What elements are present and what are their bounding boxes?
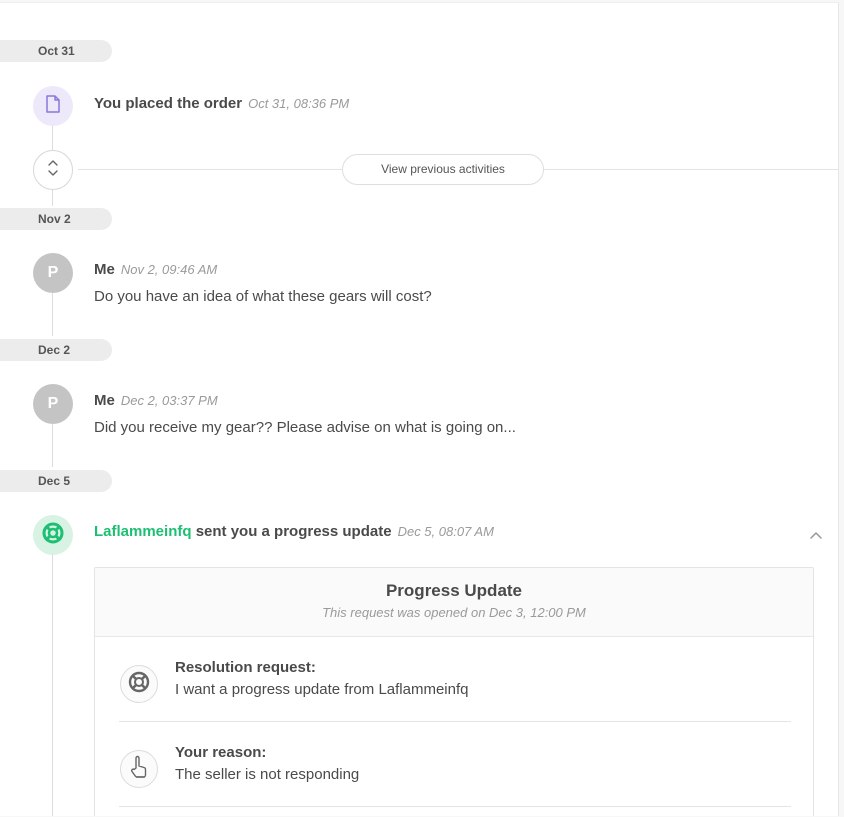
pointing-hand-icon [130, 755, 148, 784]
progress-update-card: Progress Update This request was opened … [94, 567, 814, 816]
expand-activities-toggle[interactable] [33, 150, 73, 190]
date-label: Oct 31 [38, 44, 75, 58]
resolution-request-row: Resolution request: I want a progress up… [119, 637, 791, 722]
date-label: Nov 2 [38, 212, 71, 226]
row-label: Your reason: [175, 744, 267, 761]
card-header: Progress Update This request was opened … [95, 568, 813, 637]
message-text: Did you receive my gear?? Please advise … [94, 419, 516, 436]
activity-title: You placed the order [94, 95, 243, 112]
message-author: Me [94, 261, 115, 278]
message-header: Me Dec 2, 03:37 PM [94, 392, 218, 409]
activity-timestamp: Oct 31, 08:36 PM [248, 96, 350, 111]
view-previous-activities-button[interactable]: View previous activities [342, 154, 544, 185]
activity-title: sent you a progress update [195, 523, 392, 540]
row-icon [120, 665, 158, 703]
message-author: Me [94, 392, 115, 409]
message-header: Me Nov 2, 09:46 AM [94, 261, 217, 278]
timeline-connector [52, 290, 53, 336]
row-icon [120, 750, 158, 788]
date-label: Dec 5 [38, 474, 71, 488]
date-separator: Nov 2 [0, 208, 112, 230]
timeline-connector [52, 421, 53, 467]
row-label: Resolution request: [175, 659, 316, 676]
progress-update-activity-icon [33, 515, 73, 555]
order-activity-icon [33, 86, 73, 126]
timeline-connector [52, 188, 53, 206]
seller-name-link[interactable]: Laflammeinfq [94, 523, 192, 540]
lifebuoy-icon [128, 671, 150, 698]
date-separator: Dec 5 [0, 470, 112, 492]
chevron-up-icon [810, 526, 822, 544]
row-value: The seller is not responding [175, 766, 360, 783]
activity-panel: Oct 31 You placed the order Oct 31, 08:36… [0, 2, 839, 816]
reason-row: Your reason: The seller is not respondin… [119, 722, 791, 807]
activity-timestamp: Nov 2, 09:46 AM [120, 262, 218, 277]
date-separator: Dec 2 [0, 339, 112, 361]
avatar: P [33, 384, 73, 424]
lifebuoy-icon [42, 522, 64, 549]
order-placed-activity: You placed the order Oct 31, 08:36 PM [94, 95, 349, 112]
date-separator: Oct 31 [0, 40, 112, 62]
card-title: Progress Update [385, 581, 523, 600]
chevron-up-down-icon [47, 158, 59, 183]
progress-update-activity: Laflammeinfq sent you a progress update D… [94, 523, 494, 540]
timeline-connector [52, 552, 53, 816]
card-subtitle: This request was opened on Dec 3, 12:00 … [322, 605, 586, 620]
activity-timestamp: Dec 5, 08:07 AM [397, 524, 494, 539]
date-label: Dec 2 [38, 343, 71, 357]
collapse-button[interactable] [806, 525, 826, 545]
document-icon [46, 94, 60, 118]
message-text: Do you have an idea of what these gears … [94, 288, 432, 305]
avatar: P [33, 253, 73, 293]
row-value: I want a progress update from Laflammein… [175, 681, 469, 698]
timeline-connector [52, 125, 53, 151]
activity-timestamp: Dec 2, 03:37 PM [120, 393, 218, 408]
